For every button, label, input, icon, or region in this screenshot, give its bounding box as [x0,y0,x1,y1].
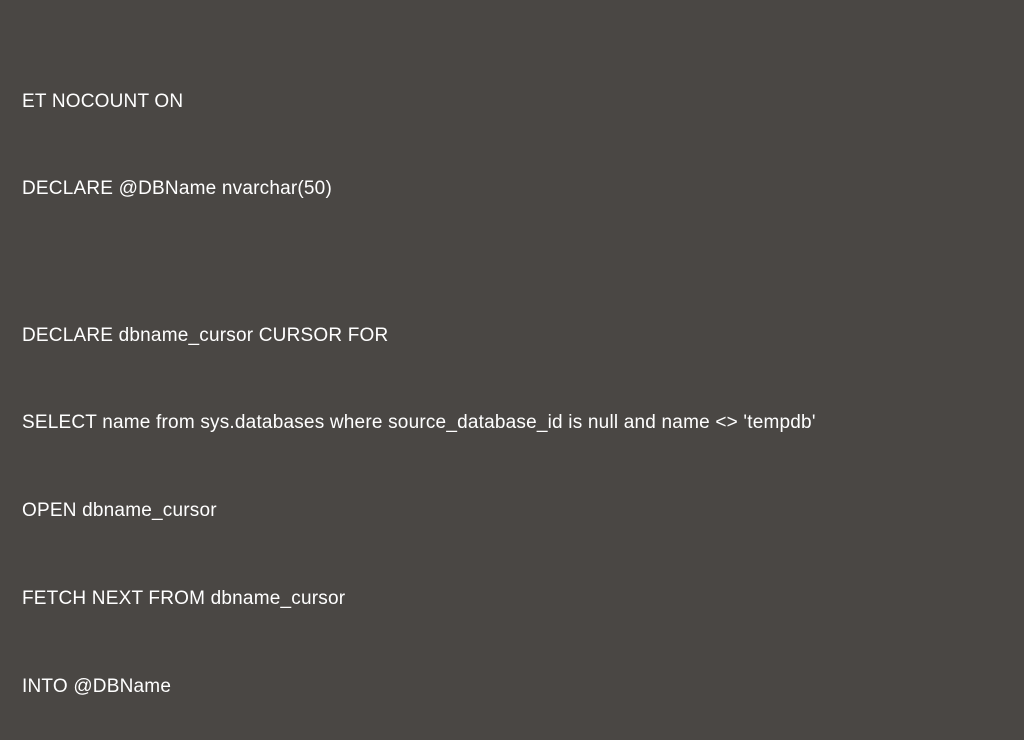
code-line: OPEN dbname_cursor [22,496,1002,525]
code-line: FETCH NEXT FROM dbname_cursor [22,584,1002,613]
sql-code-block: ET NOCOUNT ON DECLARE @DBName nvarchar(5… [22,28,1002,740]
code-line: DECLARE dbname_cursor CURSOR FOR [22,321,1002,350]
code-line: INTO @DBName [22,672,1002,701]
code-line: SELECT name from sys.databases where sou… [22,408,1002,437]
code-line: ET NOCOUNT ON [22,87,1002,116]
code-line: DECLARE @DBName nvarchar(50) [22,174,1002,203]
